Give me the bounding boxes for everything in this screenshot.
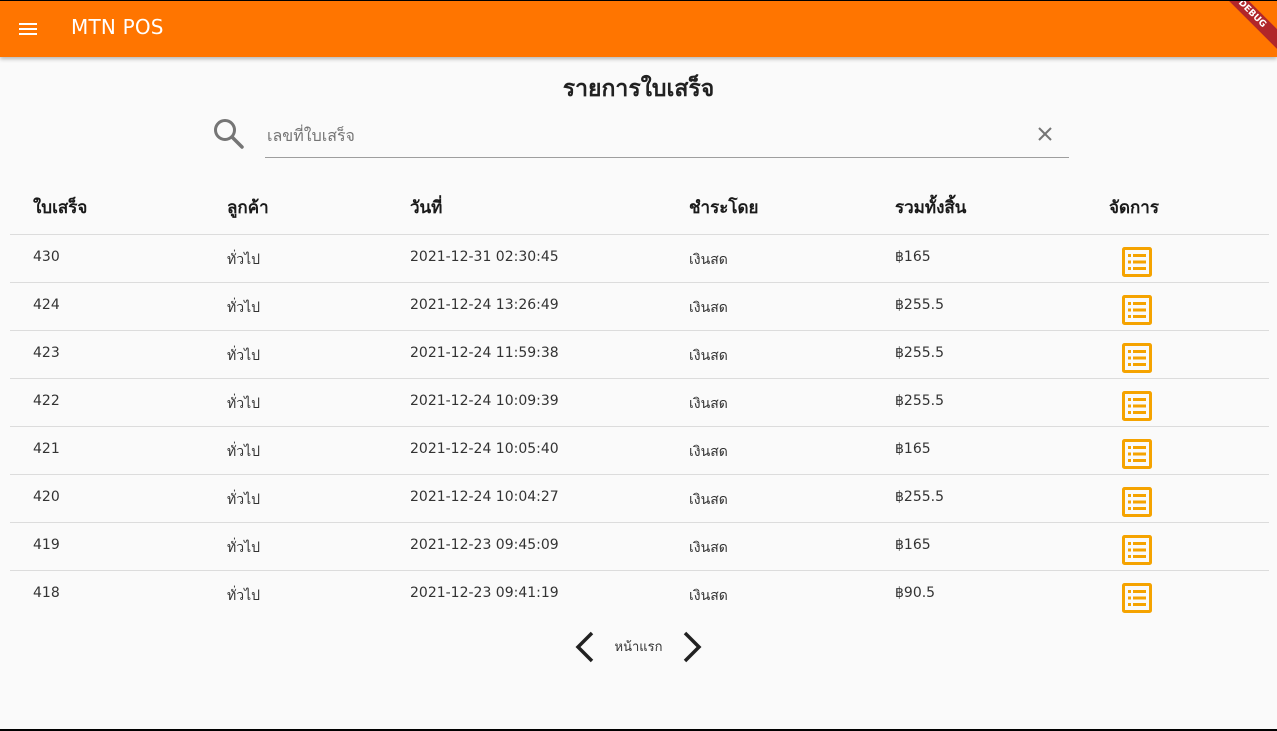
receipt-total: ฿255.5 xyxy=(895,489,944,505)
customer-name: ทั่วไป xyxy=(227,300,261,316)
receipt-total: ฿255.5 xyxy=(895,345,944,361)
receipt-date: 2021-12-23 09:45:09 xyxy=(410,537,559,553)
list-alt-icon xyxy=(1122,295,1152,325)
table-row: 421 ทั่วไป 2021-12-24 10:05:40 เงินสด ฿165 xyxy=(10,427,1269,475)
header-receipt: ใบเสร็จ xyxy=(33,198,88,218)
view-receipt-button[interactable] xyxy=(1121,294,1153,326)
payment-method: เงินสด xyxy=(689,540,728,556)
customer-name: ทั่วไป xyxy=(227,444,261,460)
receipt-date: 2021-12-24 11:59:38 xyxy=(410,345,559,361)
view-receipt-button[interactable] xyxy=(1121,246,1153,278)
receipt-total: ฿165 xyxy=(895,537,931,553)
payment-method: เงินสด xyxy=(689,588,728,604)
table-row: 419 ทั่วไป 2021-12-23 09:45:09 เงินสด ฿165 xyxy=(10,523,1269,571)
payment-method: เงินสด xyxy=(689,252,728,268)
customer-name: ทั่วไป xyxy=(227,348,261,364)
customer-name: ทั่วไป xyxy=(227,588,261,604)
receipt-date: 2021-12-24 13:26:49 xyxy=(410,297,559,313)
payment-method: เงินสด xyxy=(689,348,728,364)
customer-name: ทั่วไป xyxy=(227,252,261,268)
app-title: MTN POS xyxy=(71,15,164,39)
view-receipt-button[interactable] xyxy=(1121,582,1153,614)
chevron-left-icon[interactable] xyxy=(570,627,602,667)
table-header: ใบเสร็จ ลูกค้า วันที่ ชำระโดย รวมทั้งสิ้… xyxy=(10,181,1269,235)
pagination: หน้าแรก xyxy=(0,627,1277,667)
header-total: รวมทั้งสิ้น xyxy=(895,198,967,218)
chevron-right-icon[interactable] xyxy=(675,627,707,667)
list-alt-icon xyxy=(1122,439,1152,469)
receipt-number: 419 xyxy=(33,537,60,553)
payment-method: เงินสด xyxy=(689,444,728,460)
receipt-total: ฿165 xyxy=(895,441,931,457)
search-icon xyxy=(214,119,244,149)
customer-name: ทั่วไป xyxy=(227,540,261,556)
clear-search-button[interactable] xyxy=(1031,120,1059,148)
header-customer: ลูกค้า xyxy=(227,198,269,218)
receipt-date: 2021-12-23 09:41:19 xyxy=(410,585,559,601)
receipt-total: ฿255.5 xyxy=(895,393,944,409)
debug-banner: DEBUG xyxy=(1208,1,1277,58)
search-underline xyxy=(265,157,1069,158)
page-title: รายการใบเสร็จ xyxy=(562,76,715,102)
app-bar: MTN POS DEBUG xyxy=(0,1,1277,58)
header-payment: ชำระโดย xyxy=(689,198,759,218)
receipt-date: 2021-12-24 10:09:39 xyxy=(410,393,559,409)
list-alt-icon xyxy=(1122,535,1152,565)
list-alt-icon xyxy=(1122,583,1152,613)
customer-name: ทั่วไป xyxy=(227,492,261,508)
table-row: 418 ทั่วไป 2021-12-23 09:41:19 เงินสด ฿90.5 xyxy=(10,571,1269,618)
receipt-date: 2021-12-24 10:05:40 xyxy=(410,441,559,457)
table-body: 430 ทั่วไป 2021-12-31 02:30:45 เงินสด ฿165 42… xyxy=(10,235,1269,618)
view-receipt-button[interactable] xyxy=(1121,342,1153,374)
receipt-number: 421 xyxy=(33,441,60,457)
table-row: 430 ทั่วไป 2021-12-31 02:30:45 เงินสด ฿165 xyxy=(10,235,1269,283)
view-receipt-button[interactable] xyxy=(1121,486,1153,518)
close-icon xyxy=(1038,127,1052,141)
menu-icon xyxy=(19,23,37,35)
list-alt-icon xyxy=(1122,343,1152,373)
receipt-total: ฿165 xyxy=(895,249,931,265)
payment-method: เงินสด xyxy=(689,300,728,316)
customer-name: ทั่วไป xyxy=(227,396,261,412)
view-receipt-button[interactable] xyxy=(1121,534,1153,566)
list-alt-icon xyxy=(1122,247,1152,277)
receipt-date: 2021-12-24 10:04:27 xyxy=(410,489,559,505)
receipt-number: 422 xyxy=(33,393,60,409)
receipt-number: 430 xyxy=(33,249,60,265)
menu-button[interactable] xyxy=(8,9,48,49)
payment-method: เงินสด xyxy=(689,396,728,412)
table-row: 423 ทั่วไป 2021-12-24 11:59:38 เงินสด ฿255.5 xyxy=(10,331,1269,379)
list-alt-icon xyxy=(1122,391,1152,421)
receipt-number: 420 xyxy=(33,489,60,505)
app-window: MTN POS DEBUG รายการใบเสร็จ ใบเสร็จ ลูกค… xyxy=(0,1,1277,729)
receipt-number: 418 xyxy=(33,585,60,601)
table-row: 424 ทั่วไป 2021-12-24 13:26:49 เงินสด ฿255.5 xyxy=(10,283,1269,331)
view-receipt-button[interactable] xyxy=(1121,438,1153,470)
table-row: 420 ทั่วไป 2021-12-24 10:04:27 เงินสด ฿255.5 xyxy=(10,475,1269,523)
receipt-total: ฿90.5 xyxy=(895,585,936,601)
view-receipt-button[interactable] xyxy=(1121,390,1153,422)
receipt-date: 2021-12-31 02:30:45 xyxy=(410,249,559,265)
receipts-table: ใบเสร็จ ลูกค้า วันที่ ชำระโดย รวมทั้งสิ้… xyxy=(10,181,1269,618)
table-row: 422 ทั่วไป 2021-12-24 10:09:39 เงินสด ฿255.5 xyxy=(10,379,1269,427)
list-alt-icon xyxy=(1122,487,1152,517)
payment-method: เงินสด xyxy=(689,492,728,508)
pagination-label: หน้าแรก xyxy=(614,640,663,655)
receipt-search-input[interactable] xyxy=(265,119,1029,151)
header-date: วันที่ xyxy=(410,198,443,218)
header-actions: จัดการ xyxy=(1109,198,1159,218)
receipt-number: 423 xyxy=(33,345,60,361)
receipt-number: 424 xyxy=(33,297,60,313)
receipt-total: ฿255.5 xyxy=(895,297,944,313)
